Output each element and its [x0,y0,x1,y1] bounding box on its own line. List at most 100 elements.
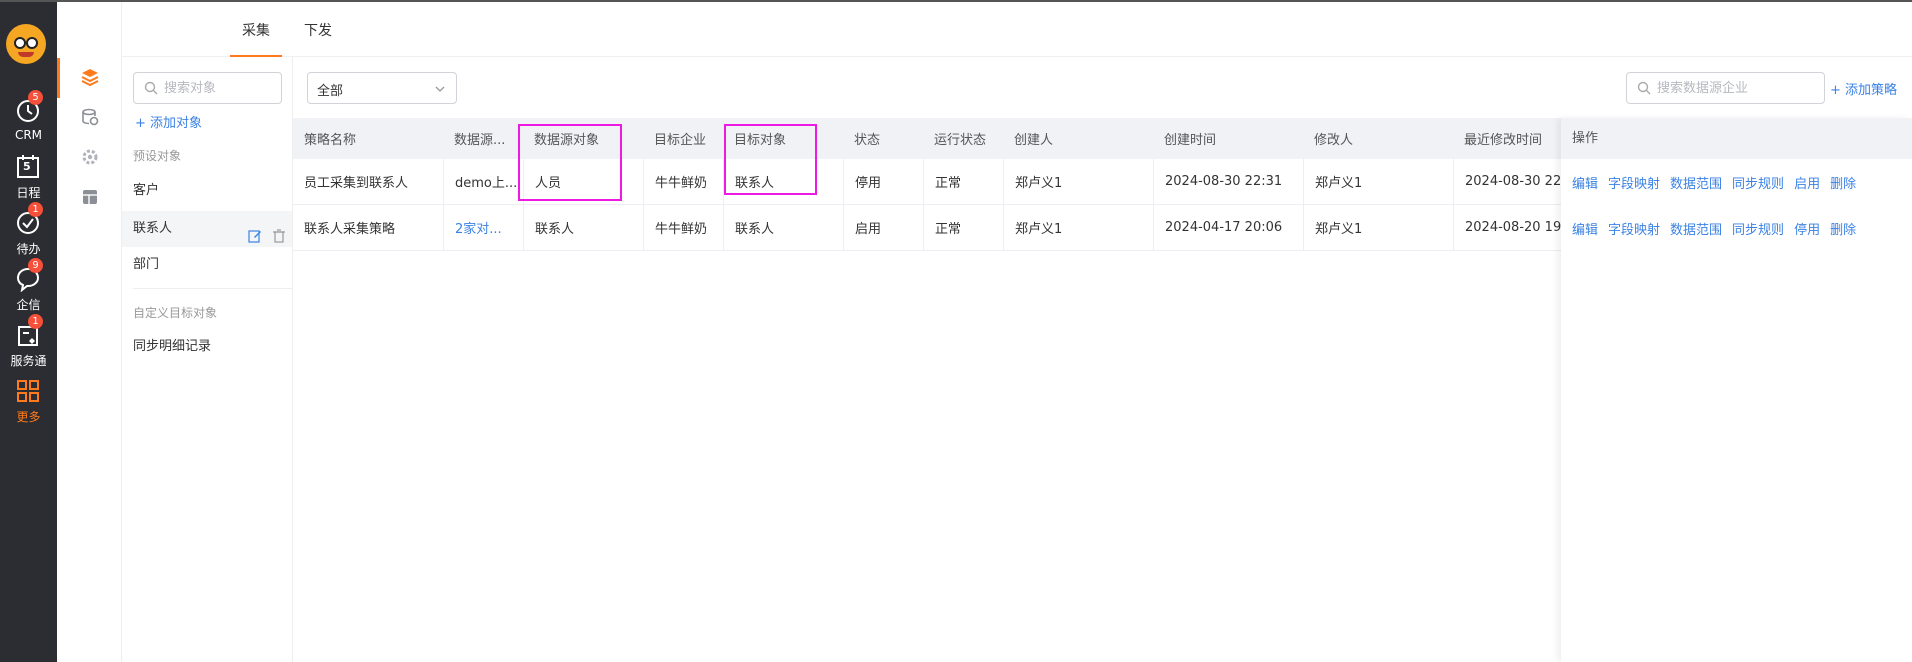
object-search-input[interactable] [164,73,275,103]
module-icon-column [57,2,122,662]
nav-item-service[interactable]: 1 服务通 [0,314,57,376]
nav-label-messages: 企信 [16,298,41,312]
header-creator[interactable]: 创建人 [1003,118,1153,159]
cell-strategy-name: 联系人采集策略 [304,222,396,237]
nav-item-more[interactable]: 更多 [0,378,57,432]
cell-creator: 郑卢义1 [1003,205,1153,250]
add-object-button[interactable]: + 添加对象 [135,112,202,131]
header-data-source[interactable]: 数据源... [443,118,523,159]
object-item-label: 客户 [133,183,160,198]
header-status[interactable]: 状态 [843,118,923,159]
cell-modified-time: 2024-08-20 19:53 [1453,205,1561,250]
settings-tab[interactable] [57,138,122,178]
chevron-down-icon [435,86,445,92]
nav-label-more: 更多 [16,410,41,424]
status-filter-select[interactable]: 全部 [307,72,457,104]
header-run-status[interactable]: 运行状态 [923,118,1003,159]
add-object-label: 添加对象 [150,116,203,131]
edit-icon[interactable] [248,229,262,243]
cell-modified-time: 2024-08-30 22:31 [1453,159,1561,204]
object-item-sync-detail[interactable]: 同步明细记录 [122,329,292,365]
cell-target-company: 牛牛鲜奶 [643,205,723,250]
cell-modifier: 郑卢义1 [1303,159,1453,204]
object-item-contact[interactable]: 联系人 [122,211,292,247]
object-search-box [133,72,282,104]
crm-badge: 5 [28,90,43,105]
operations-column: 操作 编辑 字段映射 数据范围 同步规则 启用 删除 编辑 字段映射 数据范围 … [1561,118,1912,662]
header-strategy-name[interactable]: 策略名称 [293,118,443,159]
object-item-customer[interactable]: 客户 [122,173,292,209]
messages-badge: 9 [28,258,43,273]
enable-link[interactable]: 启用 [1794,173,1820,192]
nav-label-todo: 待办 [16,242,41,256]
layers-tab[interactable] [57,58,122,98]
edit-link[interactable]: 编辑 [1572,173,1598,192]
preset-objects-title: 预设对象 [133,149,182,163]
todo-badge: 1 [28,202,43,217]
custom-objects-title: 自定义目标对象 [133,306,218,320]
cell-run-status: 正常 [923,159,1003,204]
nav-item-schedule[interactable]: 5 日程 [0,154,57,208]
tab-distribute[interactable]: 下发 [304,20,332,40]
cell-created-time: 2024-04-17 20:06 [1153,205,1303,250]
row-actions: 编辑 字段映射 数据范围 同步规则 停用 删除 [1572,219,1856,238]
cell-strategy-name: 员工采集到联系人 [304,176,409,191]
header-operations: 操作 [1561,118,1912,159]
header-target-company[interactable]: 目标企业 [643,118,723,159]
sync-rules-link[interactable]: 同步规则 [1732,173,1784,192]
field-mapping-link[interactable]: 字段映射 [1608,173,1660,192]
grid-icon [17,380,39,402]
header-modifier[interactable]: 修改人 [1303,118,1453,159]
tab-collect[interactable]: 采集 [242,20,270,40]
avatar-eye-right [26,37,38,49]
nav-item-messages[interactable]: 9 企信 [0,258,57,320]
highlight-target-object [724,124,817,195]
cell-created-time: 2024-08-30 22:31 [1153,159,1303,204]
service-badge: 1 [28,314,43,329]
database-sync-tab[interactable] [57,98,122,138]
object-item-label: 联系人 [133,221,173,236]
cell-status: 停用 [843,159,923,204]
plus-icon: + [135,116,146,131]
data-scope-link[interactable]: 数据范围 [1670,219,1722,238]
cell-creator: 郑卢义1 [1003,159,1153,204]
data-scope-link[interactable]: 数据范围 [1670,173,1722,192]
delete-icon[interactable] [272,229,286,243]
header-tabs: 采集 下发 [122,2,1912,57]
cell-target-object: 联系人 [723,205,843,250]
avatar[interactable] [6,24,46,64]
disable-link[interactable]: 停用 [1794,219,1820,238]
left-nav: 5 CRM 5 日程 1 待办 9 企信 1 服务通 更多 [0,2,57,662]
add-strategy-label: 添加策略 [1845,83,1898,98]
object-item-department[interactable]: 部门 [122,247,292,283]
nav-item-crm[interactable]: 5 CRM [0,90,57,152]
cell-data-source-link[interactable]: 2家对... [443,205,523,250]
header-modified-time[interactable]: 最近修改时间 [1453,118,1561,159]
plus-icon: + [1830,83,1841,98]
table-icon [83,190,97,204]
source-company-search-box [1626,72,1825,104]
filter-value: 全部 [317,84,344,99]
database-sync-icon [82,108,99,126]
table-tab[interactable] [57,178,122,218]
delete-link[interactable]: 删除 [1830,173,1856,192]
sync-rules-link[interactable]: 同步规则 [1732,219,1784,238]
add-strategy-button[interactable]: + 添加策略 [1830,79,1897,98]
object-item-label: 同步明细记录 [133,339,212,354]
source-company-search-input[interactable] [1657,73,1818,103]
header-created-time[interactable]: 创建时间 [1153,118,1303,159]
field-mapping-link[interactable]: 字段映射 [1608,219,1660,238]
edit-link[interactable]: 编辑 [1572,219,1598,238]
nav-label-crm: CRM [14,128,43,142]
object-item-label: 部门 [133,257,160,272]
delete-link[interactable]: 删除 [1830,219,1856,238]
avatar-eye-left [14,37,26,49]
cell-target-company: 牛牛鲜奶 [643,159,723,204]
object-list-panel: + 添加对象 预设对象 客户 联系人 部门 自 [122,57,293,662]
group-divider [133,288,293,289]
search-icon [1637,81,1651,95]
calendar-day: 5 [23,160,31,173]
nav-item-todo[interactable]: 1 待办 [0,202,57,264]
nav-label-schedule: 日程 [16,186,41,200]
search-icon [144,81,158,95]
